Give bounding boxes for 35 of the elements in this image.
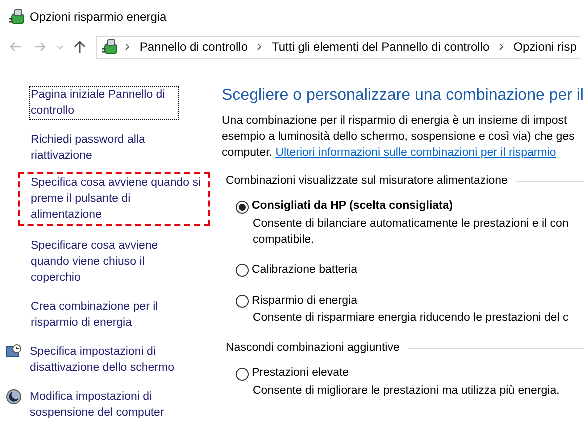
control-panel-icon xyxy=(8,8,26,26)
control-panel-icon xyxy=(101,38,119,56)
group-title: Nascondi combinazioni aggiuntive xyxy=(226,341,400,356)
moon-icon xyxy=(6,389,22,405)
radio-button[interactable] xyxy=(236,264,249,277)
sidebar-link[interactable]: Richiedi password alla riattivazione xyxy=(29,131,189,165)
forward-arrow-icon xyxy=(33,40,47,54)
radio-button[interactable] xyxy=(236,295,249,308)
sidebar-link[interactable]: Specifica impostazioni di disattivazione dello schermo xyxy=(28,343,188,377)
sidebar-link[interactable]: Modifica impostazioni di sospensione del computer xyxy=(28,388,188,422)
monitor-clock-icon xyxy=(6,344,22,360)
address-bar[interactable]: Pannello di controllo Tutti gli elementi del Pannello di controllo Opzioni risp xyxy=(96,36,580,58)
radio-button[interactable] xyxy=(236,200,249,214)
more-info-link[interactable]: Ulteriori informazioni sulle combinazioni per il risparmio xyxy=(276,147,556,160)
plan-description: Consente di bilanciare automaticamente le prestazioni e il con compatibile. xyxy=(253,216,570,248)
plan-radio[interactable]: Risparmio di energia xyxy=(236,292,584,310)
sidebar-link[interactable]: Crea combinazione per il risparmio di energia xyxy=(29,298,189,332)
plan-description: Consente di risparmiare energia riducendo le prestazioni del c xyxy=(253,311,570,326)
back-arrow-icon xyxy=(9,40,23,54)
sidebar-link[interactable]: Specificare cosa avviene quando viene chiuso il coperchio xyxy=(29,237,189,287)
radio-button[interactable] xyxy=(236,368,249,381)
breadcrumb-link[interactable]: Pannello di controllo xyxy=(136,38,251,56)
intro-paragraph: Una combinazione per il risparmio di energia è un insieme di impost esempio a luminosità dello schermo, sospensione e così via) che ges computer. Ulteriori informazioni sulle combinazioni per il risparmio xyxy=(222,114,576,162)
plan-radio[interactable]: Calibrazione batteria xyxy=(236,262,584,279)
sidebar-link[interactable]: Specifica cosa avviene quando si preme il pulsante di alimentazione xyxy=(18,172,210,226)
group-title: Combinazioni visualizzate sul misuratore alimentazione xyxy=(226,174,508,190)
plan-radio[interactable]: Prestazioni elevate xyxy=(236,365,584,383)
sidebar-link[interactable]: Pagina iniziale Pannello di controllo xyxy=(29,86,179,120)
breadcrumb-link[interactable]: Opzioni risp xyxy=(510,38,580,56)
page-heading: Scegliere o personalizzare una combinazione per il xyxy=(222,86,584,106)
window-title: Opzioni risparmio energia xyxy=(30,9,167,26)
up-arrow-icon xyxy=(73,40,87,54)
breadcrumb-link[interactable]: Tutti gli elementi del Pannello di controllo xyxy=(268,38,493,56)
plan-radio[interactable]: Consigliati da HP (scelta consigliata) xyxy=(236,198,584,216)
plan-description: Consente di migliorare le prestazioni ma utilizza più energia. xyxy=(253,384,561,399)
